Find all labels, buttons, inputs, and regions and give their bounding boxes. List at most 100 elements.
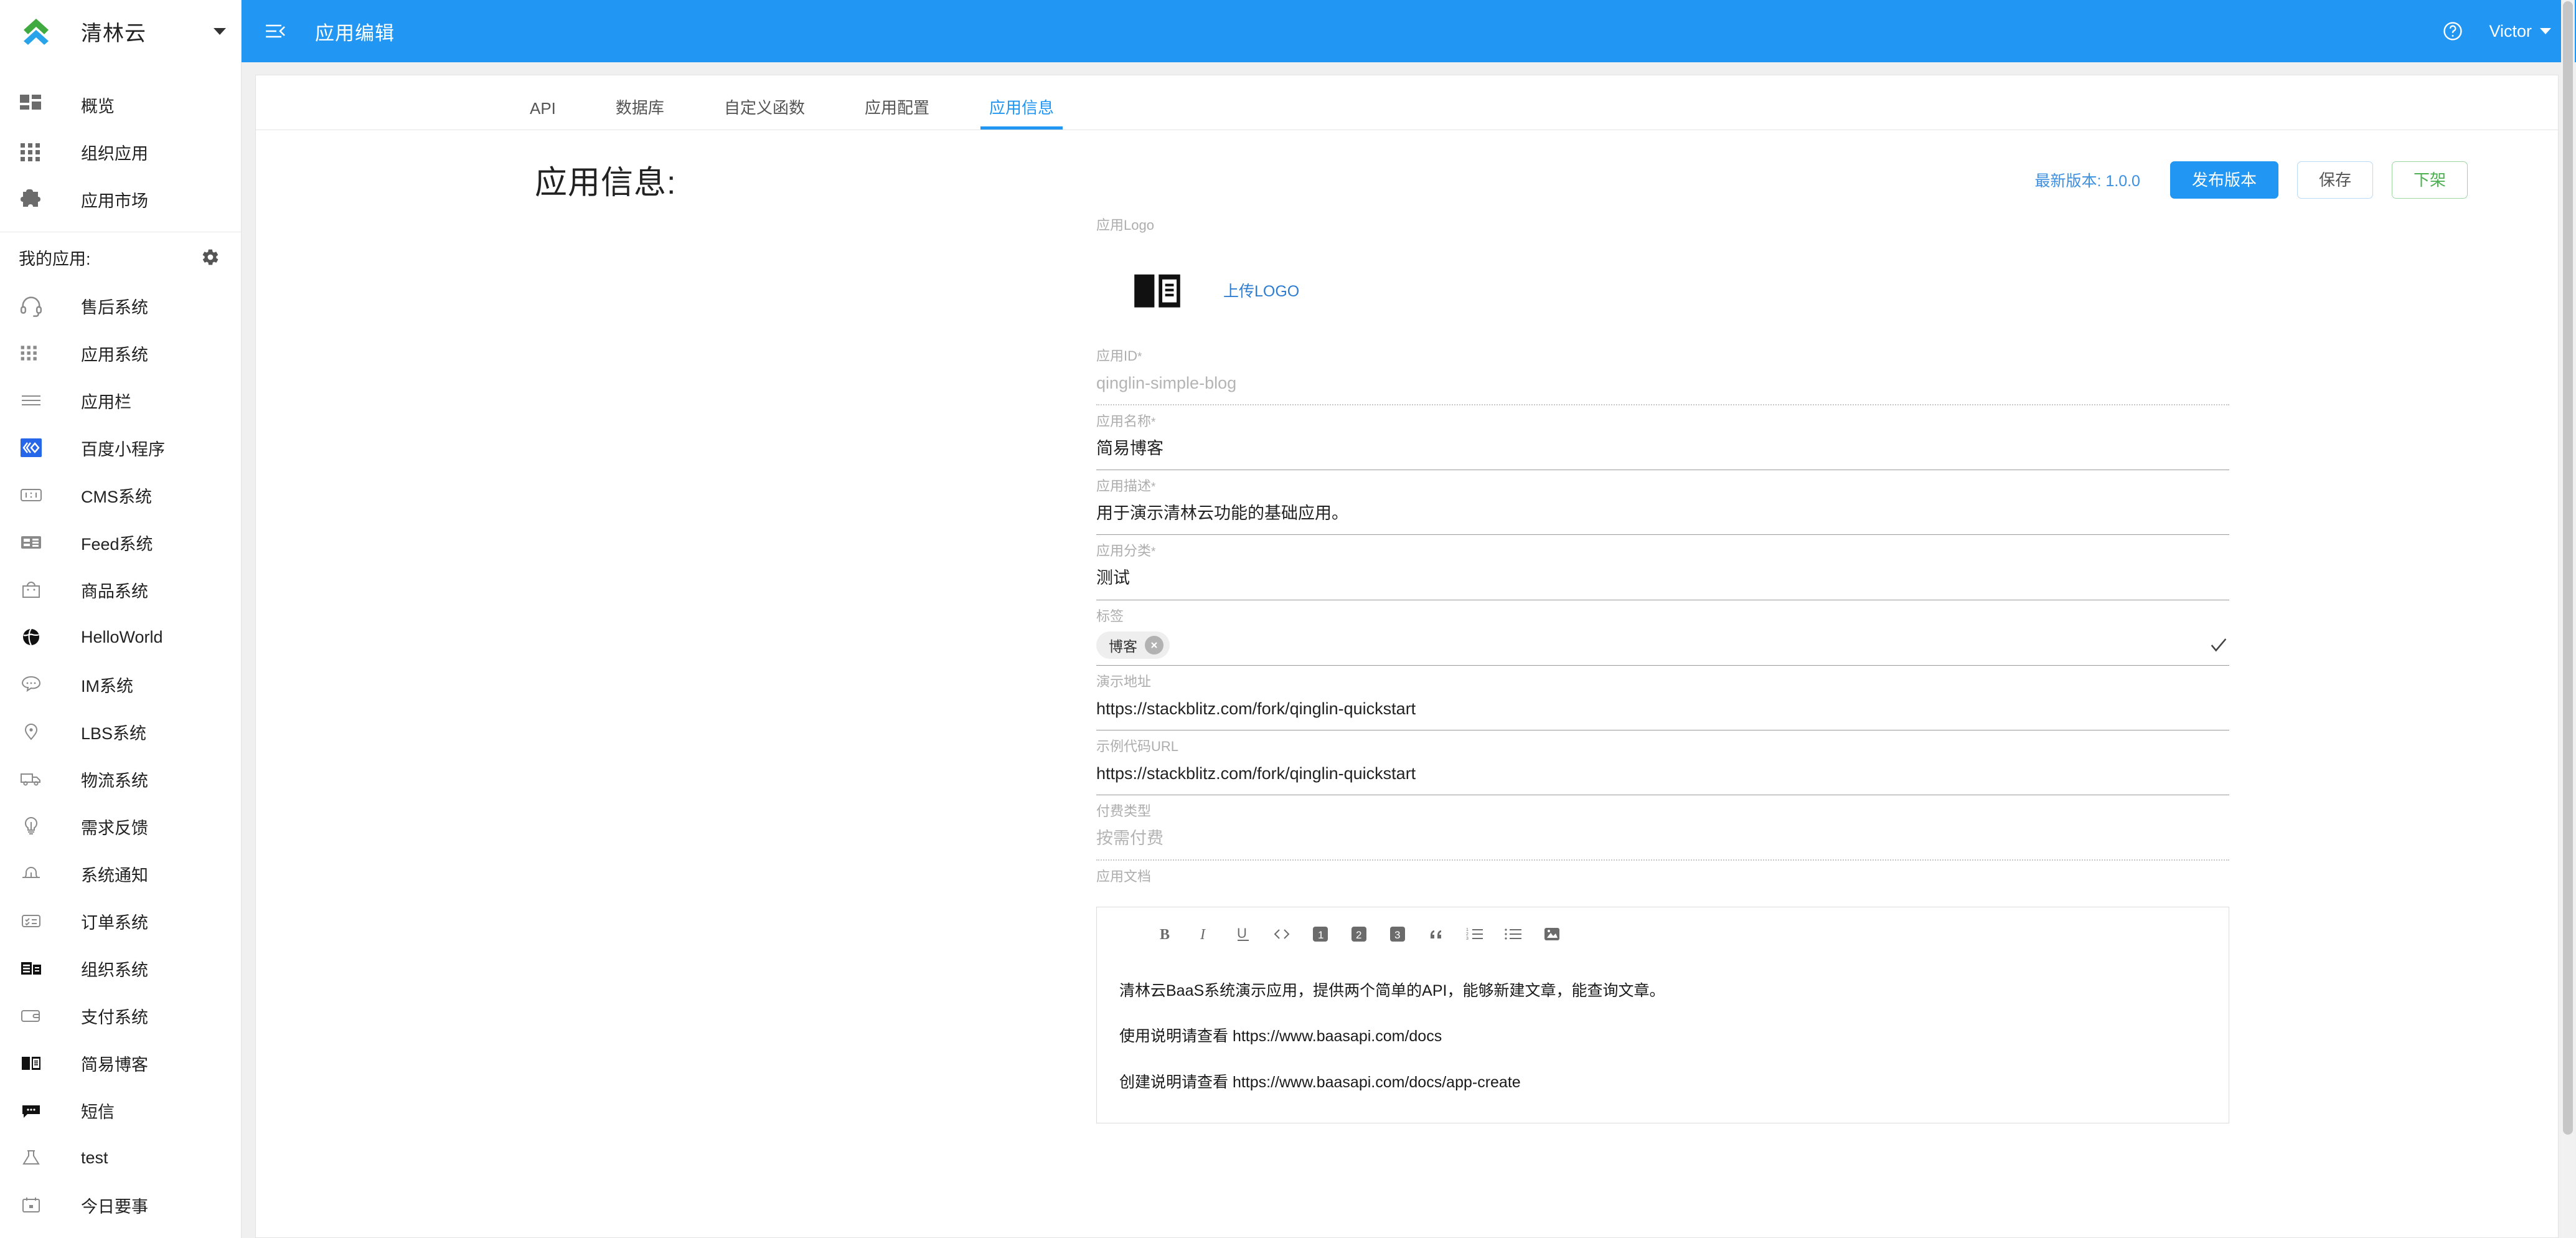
app-desc-row[interactable]: 用于演示清林云功能的基础应用。 [1096, 501, 2229, 534]
svg-text:U: U [1237, 925, 1247, 941]
underline-icon[interactable]: U [1224, 919, 1262, 950]
collapse-menu-icon[interactable] [261, 17, 290, 45]
sidebar-item-helloworld[interactable]: HelloWorld [0, 613, 241, 661]
app-desc-underline [1096, 534, 2229, 536]
app-name-input[interactable]: 简易博客 [1096, 437, 2229, 461]
calendar-icon [19, 1188, 54, 1222]
app-name-row[interactable]: 简易博客 [1096, 437, 2229, 470]
sidebar-item-label: 应用栏 [81, 392, 131, 412]
app-category-input[interactable]: 测试 [1096, 566, 2229, 590]
tab-api[interactable]: API [530, 99, 556, 130]
code-icon[interactable] [1262, 919, 1301, 950]
demo-url-label: 演示地址 [1096, 673, 1152, 689]
sidebar-item-label: 订单系统 [81, 913, 148, 932]
editor-content[interactable]: 清林云BaaS系统演示应用，提供两个简单的API，能够新建文章，能查询文章。 使… [1097, 961, 2229, 1123]
svg-text:2: 2 [1466, 932, 1469, 937]
sidebar-item-label: 售后系统 [81, 298, 148, 317]
sidebar-item-lbs[interactable]: LBS系统 [0, 708, 241, 755]
field-tags: 标签 博客 [1096, 605, 2229, 666]
ordered-list-icon[interactable]: 1 2 3 [1455, 919, 1494, 950]
sidebar-item-baidu-miniprogram[interactable]: 百度小程序 [0, 424, 241, 471]
app-desc-input[interactable]: 用于演示清林云功能的基础应用。 [1096, 501, 2229, 526]
wallet-icon [19, 998, 54, 1033]
pay-type-row[interactable]: 按需付费 [1096, 826, 2229, 859]
user-menu[interactable]: Victor [2489, 22, 2551, 41]
sample-code-url-input[interactable]: https://stackblitz.com/fork/qinglin-quic… [1096, 762, 2229, 786]
user-name-label: Victor [2489, 21, 2532, 40]
required-mark: * [1151, 481, 1156, 494]
app-id-input[interactable]: qinglin-simple-blog [1096, 371, 2229, 395]
sidebar-item-feed[interactable]: Feed系统 [0, 519, 241, 566]
sidebar-item-goods[interactable]: 商品系统 [0, 566, 241, 613]
caret-down-icon[interactable] [214, 27, 226, 35]
blockquote-icon[interactable] [1417, 919, 1455, 950]
heading-1-icon[interactable]: 1 [1301, 919, 1340, 950]
upload-logo-link[interactable]: 上传LOGO [1223, 279, 1299, 301]
tab-app-config[interactable]: 应用配置 [865, 95, 929, 130]
sidebar-item-label: 概览 [81, 97, 115, 116]
publish-version-button[interactable]: 发布版本 [2169, 161, 2278, 199]
scrollbar-thumb[interactable] [2563, 1, 2573, 1135]
sidebar-item-label: 需求反馈 [81, 818, 148, 838]
main-region: 应用编辑 Victor API 数据库 自定义函数 应用配置 应用信息 应用信息… [242, 0, 2576, 1238]
help-circle-icon[interactable] [2440, 19, 2465, 44]
sidebar-item-im[interactable]: IM系统 [0, 661, 241, 708]
grid-apps-icon [19, 336, 54, 371]
headset-icon [19, 288, 54, 323]
sidebar-item-overview[interactable]: 概览 [0, 81, 241, 128]
sidebar-item-cms[interactable]: CMS系统 [0, 471, 241, 519]
heading-3-icon[interactable]: 3 [1378, 919, 1417, 950]
page-title: 应用信息: [535, 165, 677, 201]
unpublish-button[interactable]: 下架 [2391, 161, 2468, 199]
app-id-row[interactable]: qinglin-simple-blog [1096, 371, 2229, 404]
check-icon[interactable] [2208, 635, 2229, 656]
italic-icon[interactable]: I [1185, 919, 1224, 950]
brand-header[interactable]: 清林云 [0, 0, 241, 62]
page-scrollbar[interactable] [2561, 0, 2575, 1238]
sidebar-item-label: 组织系统 [81, 960, 148, 980]
sidebar-item-notification[interactable]: 系统通知 [0, 850, 241, 897]
tags-row[interactable]: 博客 [1096, 631, 2229, 665]
tab-database[interactable]: 数据库 [616, 95, 664, 130]
chat-bubble-icon [19, 667, 54, 702]
sidebar-item-order[interactable]: 订单系统 [0, 897, 241, 945]
sidebar-item-app-bar[interactable]: 应用栏 [0, 377, 241, 424]
sidebar-item-simple-blog[interactable]: 简易博客 [0, 1039, 241, 1087]
sidebar-item-app-system[interactable]: 应用系统 [0, 329, 241, 377]
demo-url-input[interactable]: https://stackblitz.com/fork/qinglin-quic… [1096, 697, 2229, 721]
sidebar-item-test[interactable]: test [0, 1134, 241, 1181]
unordered-list-icon[interactable] [1494, 919, 1533, 950]
tab-app-info[interactable]: 应用信息 [980, 95, 1063, 130]
logo-block: 上传LOGO [1096, 240, 2229, 340]
org-building-icon [19, 951, 54, 986]
sidebar-item-today[interactable]: 今日要事 [0, 1181, 241, 1229]
svg-text:B: B [1160, 927, 1170, 943]
tag-chip-label: 博客 [1109, 638, 1137, 654]
tab-custom-function[interactable]: 自定义函数 [724, 95, 805, 130]
sidebar-item-org[interactable]: 组织系统 [0, 945, 241, 992]
gear-icon[interactable] [201, 248, 220, 267]
image-icon[interactable] [1533, 919, 1571, 950]
heading-2-icon[interactable]: 2 [1340, 919, 1378, 950]
sidebar-item-payment[interactable]: 支付系统 [0, 992, 241, 1039]
sidebar-item-sms[interactable]: 短信 [0, 1087, 241, 1134]
app-doc-label: 应用文档 [1096, 868, 1152, 884]
sidebar-item-org-apps[interactable]: 组织应用 [0, 128, 241, 176]
bold-icon[interactable]: B [1147, 919, 1185, 950]
close-circle-icon[interactable] [1145, 635, 1163, 654]
sidebar-item-user-system[interactable]: 用户系统 [0, 1229, 241, 1238]
tag-chip[interactable]: 博客 [1096, 631, 1170, 659]
sample-code-url-row[interactable]: https://stackblitz.com/fork/qinglin-quic… [1096, 762, 2229, 795]
pay-type-input[interactable]: 按需付费 [1096, 826, 2229, 851]
app-category-row[interactable]: 测试 [1096, 566, 2229, 599]
demo-url-row[interactable]: https://stackblitz.com/fork/qinglin-quic… [1096, 697, 2229, 730]
sidebar-item-logistics[interactable]: 物流系统 [0, 755, 241, 803]
sidebar-item-app-market[interactable]: 应用市场 [0, 176, 241, 223]
save-button[interactable]: 保存 [2296, 161, 2373, 199]
field-sample-code-url: 示例代码URL https://stackblitz.com/fork/qing… [1096, 735, 2229, 795]
brand-name: 清林云 [81, 21, 146, 45]
page-header-title: 应用编辑 [315, 22, 395, 44]
tab-bar: API 数据库 自定义函数 应用配置 应用信息 [256, 75, 2558, 130]
sidebar-item-aftersales[interactable]: 售后系统 [0, 282, 241, 329]
sidebar-item-feedback[interactable]: 需求反馈 [0, 803, 241, 850]
